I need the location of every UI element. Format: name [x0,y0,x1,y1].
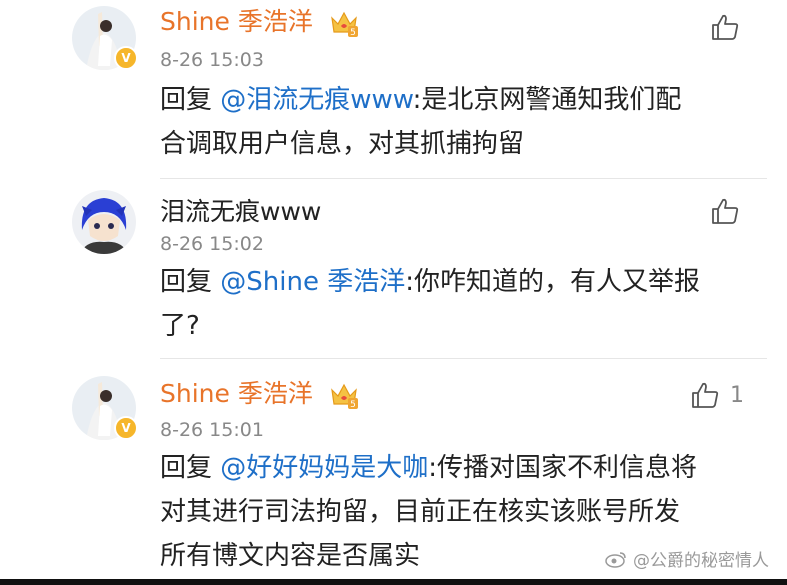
comment-text: 了? [160,311,200,341]
mention-link[interactable]: @泪流无痕www [220,85,412,115]
watermark: @公爵的秘密情人 [605,546,769,571]
username-text: Shine 季浩洋 [160,7,313,36]
thumbs-up-icon [712,198,739,224]
comment-body: 回复 @泪流无痕www:是北京网警通知我们配 合调取用户信息，对其抓捕拘留 [160,78,760,166]
bottom-edge [0,579,787,585]
thumbs-up-icon [712,14,739,40]
divider [160,358,767,359]
comment-username[interactable]: 泪流无痕www [160,196,321,228]
mention-link[interactable]: @Shine 季浩洋 [220,267,405,297]
comment-text: :是北京网警通知我们配 [412,85,682,115]
divider [160,178,767,179]
comment-text: 合调取用户信息，对其抓捕拘留 [160,129,525,159]
vip-level-text: 5 [350,400,356,410]
verified-badge-icon: V [114,46,138,70]
like-count: 1 [730,382,744,408]
watermark-text: @公爵的秘密情人 [633,551,769,571]
comment-text: :你咋知道的，有人又举报 [405,267,700,297]
comment-time: 8-26 15:01 [160,419,264,441]
mention-link[interactable]: @好好妈妈是大咖 [220,453,428,483]
comment-item: V Shine 季浩洋 5 8-26 15:03 回复 @泪流无痕www:是北京… [0,0,787,180]
vip-crown-icon: 5 [330,383,358,410]
weibo-logo-icon [605,551,626,568]
reply-prefix: 回复 [160,453,221,483]
vip-crown-icon: 5 [330,11,358,38]
like-button[interactable] [710,12,740,42]
thumbs-up-icon [692,382,719,408]
vip-level-text: 5 [350,28,356,38]
comment-body: 回复 @Shine 季浩洋:你咋知道的，有人又举报 了? [160,260,760,348]
comment-text: :传播对国家不利信息将 [428,453,698,483]
username-text: Shine 季浩洋 [160,379,313,408]
avatar[interactable] [72,190,136,254]
comment-time: 8-26 15:02 [160,233,264,255]
comment-username[interactable]: Shine 季浩洋 5 [160,378,359,410]
like-button[interactable]: 1 [690,380,744,410]
avatar[interactable]: V [72,6,138,70]
comment-item: 泪流无痕www 8-26 15:02 回复 @Shine 季浩洋:你咋知道的，有… [0,180,787,360]
comment-username[interactable]: Shine 季浩洋 5 [160,6,359,38]
like-button[interactable] [710,196,740,226]
comment-time: 8-26 15:03 [160,49,264,71]
verified-badge-icon: V [114,416,138,440]
comment-text: 对其进行司法拘留，目前正在核实该账号所发 [160,497,681,527]
avatar-image [72,190,136,254]
avatar[interactable]: V [72,376,138,440]
reply-prefix: 回复 [160,85,221,115]
reply-prefix: 回复 [160,267,221,297]
